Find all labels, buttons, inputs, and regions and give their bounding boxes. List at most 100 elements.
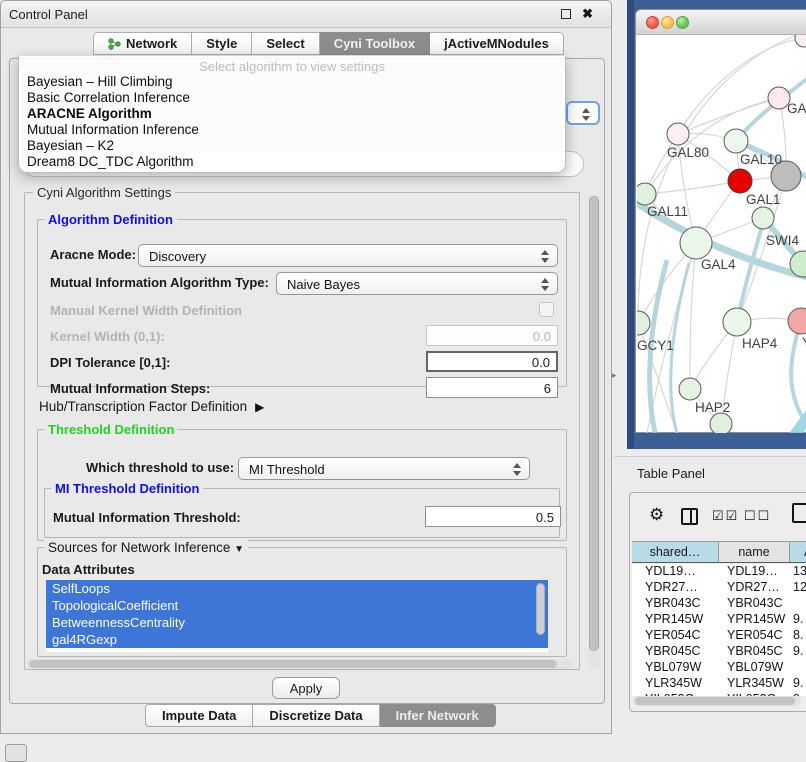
tab-select[interactable]: Select bbox=[252, 32, 319, 55]
column-header-partial[interactable]: A bbox=[790, 542, 806, 562]
node-gal80[interactable] bbox=[667, 123, 689, 145]
table-panel-window: ⚙ ☑☑ ☐☐ shared… name A YDL19…YDL19…13 YD… bbox=[629, 492, 806, 712]
gear-icon[interactable]: ⚙ bbox=[649, 505, 664, 525]
table-row[interactable]: YDR27…YDR27…12 bbox=[632, 580, 806, 596]
minimize-traffic-light-icon[interactable] bbox=[661, 16, 674, 29]
node[interactable] bbox=[795, 35, 806, 47]
close-icon[interactable]: ✖ bbox=[582, 6, 593, 22]
node-hap4[interactable] bbox=[723, 308, 751, 336]
control-panel-tabs: Network Style Select Cyni Toolbox jActiv… bbox=[93, 32, 564, 55]
tab-style[interactable]: Style bbox=[192, 32, 252, 55]
mi-type-value: Naive Bayes bbox=[287, 277, 360, 292]
select-all-icon[interactable]: ☑☑ bbox=[712, 508, 739, 524]
mi-threshold-title: MI Threshold Definition bbox=[51, 481, 203, 496]
collapsed-panel-icon[interactable] bbox=[5, 744, 27, 762]
node-salmon[interactable] bbox=[788, 308, 806, 334]
table-row[interactable]: YER054CYER054C8. bbox=[632, 628, 806, 644]
list-scrollbar[interactable] bbox=[536, 583, 545, 643]
tab-impute-data[interactable]: Impute Data bbox=[145, 704, 253, 727]
kernel-width-field[interactable]: 0.0 bbox=[426, 325, 558, 346]
svg-text:GAL11: GAL11 bbox=[647, 204, 688, 219]
cyni-bottom-tabs: Impute Data Discretize Data Infer Networ… bbox=[145, 704, 496, 727]
mi-steps-field[interactable]: 6 bbox=[426, 377, 558, 398]
tab-jactivemnodules[interactable]: jActiveMNodules bbox=[430, 32, 564, 55]
table-row[interactable]: YDL19…YDL19…13 bbox=[632, 564, 806, 580]
list-item[interactable]: SelfLoops bbox=[46, 580, 548, 597]
tab-network-label: Network bbox=[126, 36, 177, 51]
algorithm-combo-fragment[interactable] bbox=[566, 101, 600, 125]
deselect-all-icon[interactable]: ☐☐ bbox=[744, 508, 771, 524]
table-panel-title: Table Panel bbox=[637, 466, 705, 481]
node-gal4[interactable] bbox=[680, 227, 712, 259]
column-header-name[interactable]: name bbox=[719, 542, 790, 562]
tab-infer-network[interactable]: Infer Network bbox=[380, 704, 496, 727]
node-gal1[interactable] bbox=[728, 169, 752, 193]
menu-item-aracne[interactable]: ARACNE Algorithm bbox=[19, 106, 565, 122]
node-gal11[interactable] bbox=[637, 183, 656, 205]
aracne-mode-combo[interactable]: Discovery bbox=[138, 244, 558, 267]
node-gal10[interactable] bbox=[724, 129, 748, 153]
node[interactable] bbox=[710, 413, 732, 433]
which-threshold-combo[interactable]: MI Threshold bbox=[238, 457, 530, 480]
table-row[interactable]: YLR345WYLR345W9. bbox=[632, 676, 806, 692]
node-gcy1[interactable] bbox=[637, 311, 650, 335]
network-icon bbox=[108, 38, 121, 50]
network-window-titlebar bbox=[636, 10, 806, 35]
menu-item-bayesian-hill-climbing[interactable]: Bayesian – Hill Climbing bbox=[19, 74, 565, 90]
close-traffic-light-icon[interactable] bbox=[646, 16, 659, 29]
table-row[interactable]: YBR043CYBR043C bbox=[632, 596, 806, 612]
stepper-icon bbox=[513, 462, 521, 477]
mi-type-combo[interactable]: Naive Bayes bbox=[276, 272, 558, 295]
list-item[interactable]: TopologicalCoefficient bbox=[46, 597, 548, 614]
sources-title[interactable]: Sources for Network Inference ▼ bbox=[44, 540, 248, 555]
algorithm-hint: Select algorithm to view settings bbox=[19, 56, 565, 74]
list-item[interactable]: BetweennessCentrality bbox=[46, 614, 548, 631]
column-header-shared-name[interactable]: shared… bbox=[632, 542, 719, 562]
table-row[interactable]: YBR045CYBR045C9. bbox=[632, 644, 806, 660]
network-view-shade bbox=[627, 0, 634, 449]
list-item[interactable]: gal4RGexp bbox=[46, 631, 548, 648]
data-attributes-list[interactable]: SelfLoops TopologicalCoefficient Between… bbox=[46, 580, 548, 652]
table-horizontal-scrollbar[interactable] bbox=[633, 696, 801, 706]
network-canvas[interactable]: GAL GAL80 GAL10 GAL1 GAL11 SWI4 GAL4 GCY… bbox=[637, 35, 806, 433]
node-hap2[interactable] bbox=[679, 378, 701, 400]
menu-item-bayesian-k2[interactable]: Bayesian – K2 bbox=[19, 138, 565, 154]
dpi-tolerance-field[interactable]: 0.0 bbox=[426, 351, 558, 372]
data-attributes-label: Data Attributes bbox=[42, 562, 135, 577]
export-table-icon[interactable] bbox=[792, 503, 806, 523]
columns-icon[interactable] bbox=[681, 508, 698, 525]
table-row[interactable]: YBL079WYBL079W bbox=[632, 660, 806, 676]
kernel-width-label: Kernel Width (0,1): bbox=[50, 329, 165, 344]
menu-item-basic-correlation[interactable]: Basic Correlation Inference bbox=[19, 90, 565, 106]
network-labels: GAL GAL80 GAL10 GAL1 GAL11 SWI4 GAL4 GCY… bbox=[637, 101, 806, 415]
zoom-traffic-light-icon[interactable] bbox=[676, 16, 689, 29]
table-header-row: shared… name A bbox=[632, 541, 806, 563]
manual-kernel-checkbox[interactable] bbox=[539, 302, 554, 317]
threshold-definition-title: Threshold Definition bbox=[44, 422, 178, 437]
sources-group: Sources for Network Inference ▼ Data Att… bbox=[37, 547, 567, 657]
table-panel-header: Table Panel bbox=[614, 456, 806, 490]
mi-threshold-field[interactable]: 0.5 bbox=[425, 506, 561, 527]
float-window-icon[interactable] bbox=[561, 9, 571, 19]
tab-discretize-data[interactable]: Discretize Data bbox=[253, 704, 379, 727]
settings-horizontal-scrollbar[interactable] bbox=[27, 659, 573, 669]
tab-cyni-toolbox[interactable]: Cyni Toolbox bbox=[320, 32, 430, 55]
table-row[interactable]: YPR145WYPR145W9. bbox=[632, 612, 806, 628]
aracne-mode-value: Discovery bbox=[149, 249, 206, 264]
svg-text:GAL10: GAL10 bbox=[740, 152, 782, 167]
hub-definition-expander[interactable]: Hub/Transcription Factor Definition▶ bbox=[39, 399, 264, 414]
table-body: YDL19…YDL19…13 YDR27…YDR27…12 YBR043CYBR… bbox=[632, 564, 806, 696]
menu-item-dream8[interactable]: Dream8 DC_TDC Algorithm bbox=[19, 154, 565, 170]
node-swi4[interactable] bbox=[752, 207, 774, 229]
tab-network[interactable]: Network bbox=[93, 32, 192, 55]
menu-item-mutual-information[interactable]: Mutual Information Inference bbox=[19, 122, 565, 138]
algorithm-definition-group: Algorithm Definition Aracne Mode: Discov… bbox=[37, 219, 567, 387]
svg-text:GAL: GAL bbox=[787, 101, 806, 116]
network-window: GAL GAL80 GAL10 GAL1 GAL11 SWI4 GAL4 GCY… bbox=[635, 9, 806, 433]
threshold-definition-group: Threshold Definition Which threshold to … bbox=[37, 429, 567, 541]
settings-vertical-scrollbar[interactable] bbox=[588, 194, 600, 668]
apply-button[interactable]: Apply bbox=[272, 677, 340, 699]
dpi-tolerance-label: DPI Tolerance [0,1]: bbox=[50, 355, 170, 370]
mi-type-label: Mutual Information Algorithm Type: bbox=[50, 275, 269, 290]
panel-splitter-handle[interactable]: ▸ bbox=[612, 370, 617, 381]
